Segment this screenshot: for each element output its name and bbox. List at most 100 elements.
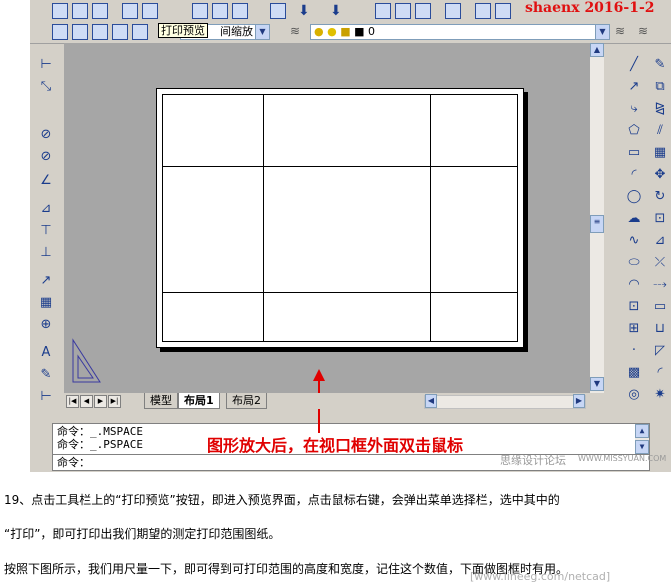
viewport-icon[interactable] (72, 24, 88, 40)
line-icon[interactable]: ╱ (625, 56, 643, 74)
redo-icon[interactable]: ⬇ (330, 3, 346, 19)
tab-layout1[interactable]: 布局1 (178, 393, 220, 409)
polygonal-viewport-icon[interactable] (112, 24, 128, 40)
previous-tab-icon[interactable]: ◀ (80, 395, 93, 408)
array-icon[interactable]: ▦ (651, 144, 669, 162)
chevron-right-icon[interactable]: ▶ (573, 394, 585, 408)
layer-dropdown[interactable]: ● ● ■ ■ 0 ▼ (310, 24, 610, 40)
linear-dimension-icon[interactable]: ⊢ (37, 56, 55, 74)
tab-model[interactable]: 模型 (144, 393, 178, 409)
fillet-icon[interactable]: ◜ (651, 364, 669, 382)
break-icon[interactable]: ▭ (651, 298, 669, 316)
arc-icon[interactable]: ◜ (625, 166, 643, 184)
mirror-icon[interactable]: ⧎ (651, 100, 669, 118)
paste-icon[interactable] (232, 3, 248, 19)
polygon-icon[interactable]: ⬠ (625, 122, 643, 140)
chamfer-icon[interactable]: ◸ (651, 342, 669, 360)
center-mark-icon[interactable]: ⊕ (37, 316, 55, 334)
angular-dimension-icon[interactable]: ∠ (37, 172, 55, 190)
polyline-icon[interactable]: ⤷ (625, 100, 643, 118)
aligned-dimension-icon[interactable]: ⤡ (37, 78, 55, 96)
stretch-icon[interactable]: ⊿ (651, 232, 669, 250)
dimension-text-edit-icon[interactable]: ✎ (37, 366, 55, 384)
circle-icon[interactable]: ◯ (625, 188, 643, 206)
make-block-icon[interactable]: ⊞ (625, 320, 643, 338)
new-file-icon[interactable] (52, 3, 68, 19)
construction-line-icon[interactable]: ↗ (625, 78, 643, 96)
chevron-left-icon[interactable]: ◀ (425, 394, 437, 408)
clip-viewport-icon[interactable] (132, 24, 148, 40)
rotate-icon[interactable]: ↻ (651, 188, 669, 206)
design-center-icon[interactable] (495, 3, 511, 19)
horizontal-scrollbar[interactable]: ◀ ▶ (424, 394, 586, 409)
grid-line (162, 292, 517, 293)
command-scrollbar[interactable]: ▲ ▼ (635, 424, 649, 454)
trim-icon[interactable]: ⤫ (651, 254, 669, 272)
cut-icon[interactable] (192, 3, 208, 19)
chevron-down-icon[interactable]: ▼ (635, 440, 649, 454)
pan-icon[interactable] (375, 3, 391, 19)
copy-object-icon[interactable]: ⧉ (651, 78, 669, 96)
layer-manager-icon[interactable]: ≋ (290, 24, 306, 40)
zoom-window-icon[interactable] (415, 3, 431, 19)
erase-icon[interactable]: ✎ (651, 56, 669, 74)
single-viewport-icon[interactable] (92, 24, 108, 40)
chevron-up-icon[interactable]: ▲ (635, 424, 649, 438)
insert-block-icon[interactable]: ⊡ (625, 298, 643, 316)
lightbulb-icon: ● (314, 25, 324, 38)
save-icon[interactable] (92, 3, 108, 19)
layers-toolbar: 间缩放 ▼ 打印预览 ≋ ● ● ■ ■ 0 ▼ ≋ ≋ (30, 21, 671, 44)
chevron-down-icon[interactable]: ▼ (590, 377, 604, 391)
dimension-update-icon[interactable]: ⊢ (37, 388, 55, 406)
modify-toolbar: ✎ ⧉ ⧎ ⫽ ▦ ✥ ↻ ⊡ ⊿ ⤫ ⤏ ▭ ⊔ ◸ ◜ ✷ (648, 50, 671, 405)
tolerance-icon[interactable]: ▦ (37, 294, 55, 312)
explode-icon[interactable]: ✷ (651, 386, 669, 404)
ellipse-arc-icon[interactable]: ◠ (625, 276, 643, 294)
offset-icon[interactable]: ⫽ (651, 122, 669, 140)
rectangle-icon[interactable]: ▭ (625, 144, 643, 162)
make-layer-current-icon[interactable]: ≋ (638, 24, 654, 40)
radius-dimension-icon[interactable]: ⊘ (37, 126, 55, 144)
chevron-down-icon[interactable]: ▼ (595, 25, 609, 39)
quick-dimension-icon[interactable]: ⊿ (37, 200, 55, 218)
diameter-dimension-icon[interactable]: ⊘ (37, 148, 55, 166)
vertical-scrollbar[interactable]: ▲ ≡ ▼ (590, 43, 604, 393)
layout-icon[interactable] (52, 24, 68, 40)
match-properties-icon[interactable] (270, 3, 286, 19)
chevron-up-icon[interactable]: ▲ (590, 43, 604, 57)
move-icon[interactable]: ✥ (651, 166, 669, 184)
properties-icon[interactable] (475, 3, 491, 19)
scale-icon[interactable]: ⊡ (651, 210, 669, 228)
baseline-dimension-icon[interactable]: ⊤ (37, 222, 55, 240)
scroll-thumb[interactable]: ≡ (590, 215, 604, 233)
leader-icon[interactable]: ↗ (37, 272, 55, 290)
point-icon[interactable]: · (625, 342, 643, 360)
dimension-edit-icon[interactable]: A (37, 344, 55, 362)
last-tab-icon[interactable]: ▶| (108, 395, 121, 408)
extend-icon[interactable]: ⤏ (651, 276, 669, 294)
plot-preview-icon[interactable] (142, 3, 158, 19)
layer-previous-icon[interactable]: ≋ (615, 24, 631, 40)
region-icon[interactable]: ◎ (625, 386, 643, 404)
tab-layout2[interactable]: 布局2 (226, 393, 267, 409)
zoom-previous-icon[interactable] (445, 3, 461, 19)
plot-icon[interactable] (122, 3, 138, 19)
undo-icon[interactable]: ⬇ (298, 3, 314, 19)
chevron-down-icon[interactable]: ▼ (255, 25, 269, 39)
next-tab-icon[interactable]: ▶ (94, 395, 107, 408)
ellipse-icon[interactable]: ⬭ (625, 254, 643, 272)
continue-dimension-icon[interactable]: ⊥ (37, 244, 55, 262)
viewport-frame[interactable] (162, 94, 518, 342)
draw-toolbar: ╱ ↗ ⤷ ⬠ ▭ ◜ ◯ ☁ ∿ ⬭ ◠ ⊡ ⊞ · ▩ ◎ (622, 50, 646, 405)
author-overlay: shaenx 2016-1-2 (525, 0, 655, 16)
first-tab-icon[interactable]: |◀ (66, 395, 79, 408)
zoom-realtime-icon[interactable] (395, 3, 411, 19)
join-icon[interactable]: ⊔ (651, 320, 669, 338)
copy-icon[interactable] (212, 3, 228, 19)
open-file-icon[interactable] (72, 3, 88, 19)
spline-icon[interactable]: ∿ (625, 232, 643, 250)
revision-cloud-icon[interactable]: ☁ (625, 210, 643, 228)
hatch-icon[interactable]: ▩ (625, 364, 643, 382)
drawing-area[interactable]: ▲ ≡ ▼ (64, 43, 604, 433)
command-prompt[interactable]: 命令： (57, 456, 90, 469)
